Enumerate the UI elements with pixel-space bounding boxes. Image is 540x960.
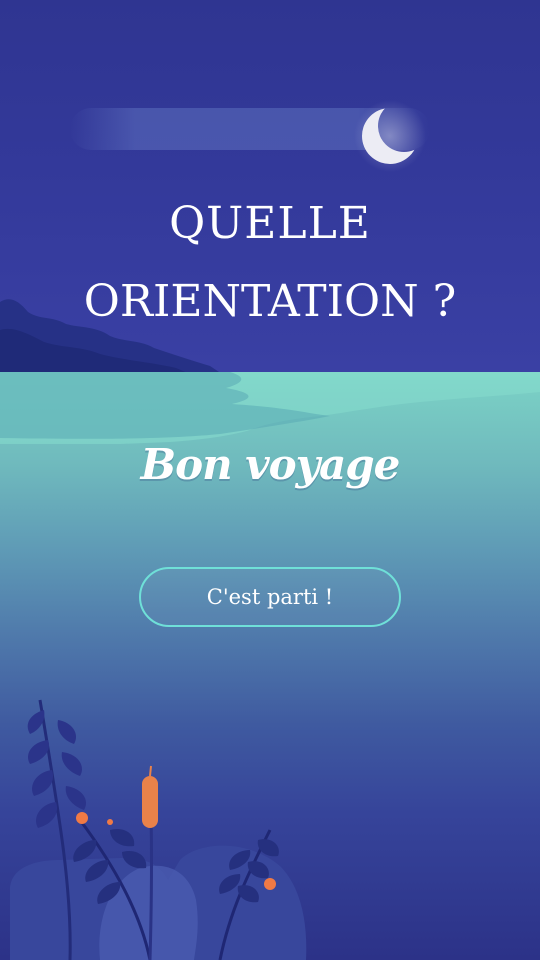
start-button[interactable]: C'est parti ! [139,567,401,627]
crescent-moon-icon [352,98,428,174]
plants-illustration [10,699,307,960]
title-line-2: ORIENTATION ? [83,276,457,327]
subtitle-bon-voyage: Bon voyage [140,440,401,489]
splash-screen: QUELLE ORIENTATION ? Bon voyage C'est pa… [0,0,540,960]
title-line-1: QUELLE [169,198,371,249]
